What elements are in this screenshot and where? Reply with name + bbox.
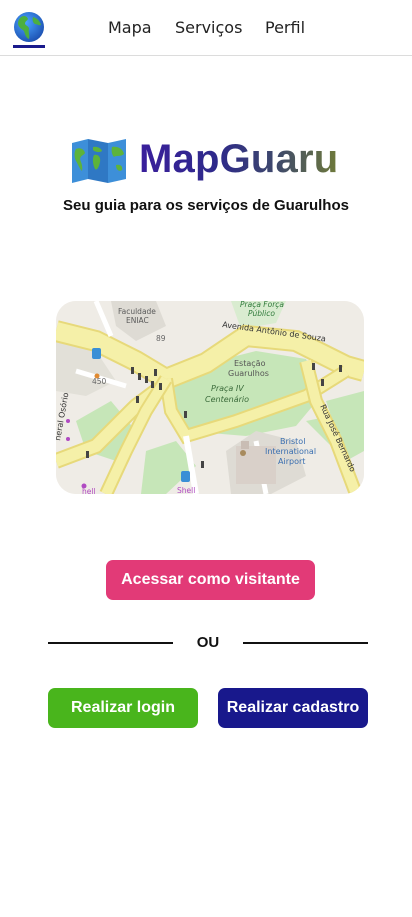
map-label: 89 (156, 334, 166, 343)
login-button[interactable]: Realizar login (48, 688, 198, 728)
tagline: Seu guia para os serviços de Guarulhos (63, 197, 349, 214)
brand-header: MapGuaru (0, 135, 412, 195)
nav-link-mapa[interactable]: Mapa (108, 18, 152, 37)
map-illustration: Faculdade ENIAC 89 450 Praça Força Públi… (56, 301, 364, 494)
map-label: Airport (278, 457, 305, 466)
visitor-button[interactable]: Acessar como visitante (106, 560, 315, 600)
map-label: Público (248, 309, 275, 318)
map-label: Guarulhos (228, 369, 269, 378)
divider-left (48, 642, 173, 644)
map-label: Faculdade (118, 307, 156, 316)
map-label: 450 (92, 377, 107, 386)
map-label: Praça Força (240, 301, 284, 309)
map-label: International (265, 447, 316, 456)
map-label: Bristol (280, 437, 305, 446)
signup-button[interactable]: Realizar cadastro (218, 688, 368, 728)
folded-world-map-icon (70, 137, 128, 185)
fuel-station-icon (181, 471, 190, 482)
top-nav: Mapa Serviços Perfil (0, 0, 412, 56)
nav-link-servicos[interactable]: Serviços (175, 18, 242, 37)
map-label: Shell (177, 486, 195, 494)
app-name: MapGuaru (139, 137, 339, 181)
globe-americas-icon[interactable] (13, 11, 45, 43)
map-label: Praça IV (211, 384, 244, 393)
map-label: Estação (234, 359, 266, 368)
map-label: Centenário (205, 395, 249, 404)
map-label: ENIAC (126, 316, 149, 325)
map-preview[interactable]: Faculdade ENIAC 89 450 Praça Força Públi… (56, 301, 364, 494)
or-separator: OU (196, 634, 220, 651)
active-indicator (13, 45, 45, 48)
fuel-station-icon (92, 348, 101, 359)
nav-link-perfil[interactable]: Perfil (265, 18, 305, 37)
divider-right (243, 642, 368, 644)
map-label: hell (82, 487, 96, 494)
